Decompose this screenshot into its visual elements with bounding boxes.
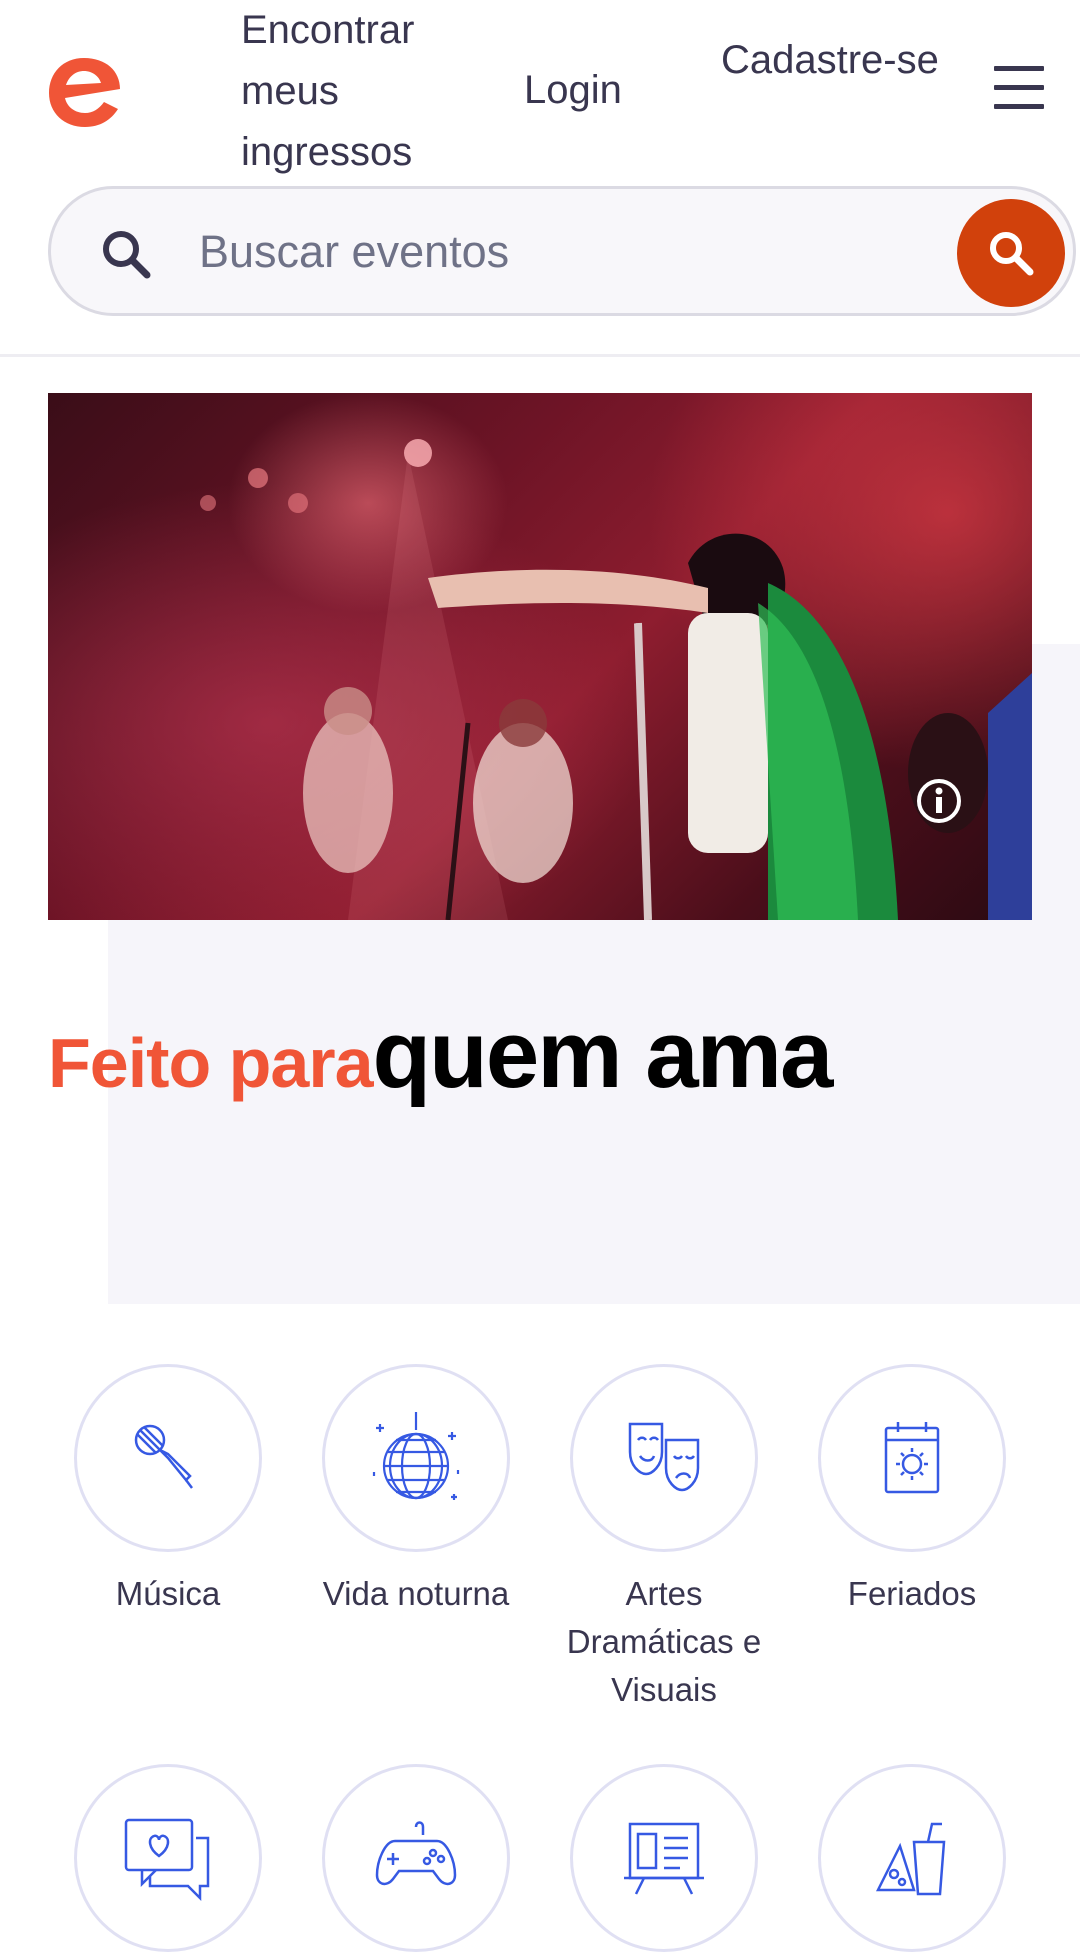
category-holidays[interactable]: Feriados xyxy=(787,1364,1037,1618)
info-icon[interactable] xyxy=(916,778,962,824)
category-nightlife[interactable]: Vida noturna xyxy=(291,1364,541,1618)
category-label: Vida noturna xyxy=(322,1575,510,1612)
search-input[interactable] xyxy=(197,211,901,293)
category-circle[interactable] xyxy=(74,1364,262,1552)
eventbrite-logo[interactable] xyxy=(44,52,124,132)
hamburger-menu-icon[interactable] xyxy=(994,66,1044,110)
concert-scene-illustration xyxy=(200,439,1032,920)
category-performing-arts[interactable]: Artes Dramáticas e Visuais xyxy=(539,1364,789,1714)
top-header: Encontrar meus ingressos Login Cadastre-… xyxy=(0,0,1080,180)
category-circle[interactable] xyxy=(570,1764,758,1952)
hero-headline: Feito paraquem ama xyxy=(48,1000,834,1110)
category-circle[interactable] xyxy=(818,1764,1006,1952)
search-button[interactable] xyxy=(957,199,1065,307)
search-bar[interactable] xyxy=(48,186,1076,316)
category-hobbies[interactable] xyxy=(291,1764,541,1952)
presentation-board-icon xyxy=(624,1822,704,1895)
food-drink-icon xyxy=(875,1822,946,1896)
category-label: Feriados xyxy=(847,1575,977,1612)
category-circle[interactable] xyxy=(74,1764,262,1952)
category-label: Artes Dramáticas e Visuais xyxy=(566,1575,762,1708)
search-icon xyxy=(990,232,1034,276)
category-circle[interactable] xyxy=(818,1364,1006,1552)
signup-link[interactable]: Cadastre-se xyxy=(721,30,951,91)
category-food-drink[interactable] xyxy=(787,1764,1037,1952)
category-music[interactable]: Música xyxy=(43,1364,293,1618)
category-business[interactable] xyxy=(539,1764,789,1952)
microphone-icon xyxy=(134,1424,193,1489)
category-circle[interactable] xyxy=(570,1364,758,1552)
find-my-tickets-link[interactable]: Encontrar meus ingressos xyxy=(241,0,451,183)
chat-heart-icon xyxy=(124,1818,210,1902)
category-circle[interactable] xyxy=(322,1364,510,1552)
hero-image xyxy=(48,393,1032,920)
login-link[interactable]: Login xyxy=(524,60,622,121)
category-dating[interactable] xyxy=(43,1764,293,1952)
search-icon xyxy=(103,231,151,279)
disco-ball-icon xyxy=(372,1412,460,1500)
theater-masks-icon xyxy=(628,1422,700,1492)
category-label: Música xyxy=(115,1575,221,1612)
game-controller-icon xyxy=(375,1821,457,1886)
headline-accent: Feito para xyxy=(48,1024,374,1102)
category-circle[interactable] xyxy=(322,1764,510,1952)
calendar-sun-icon xyxy=(884,1422,940,1494)
header-divider xyxy=(0,354,1080,357)
headline-main: quem ama xyxy=(372,1001,834,1108)
